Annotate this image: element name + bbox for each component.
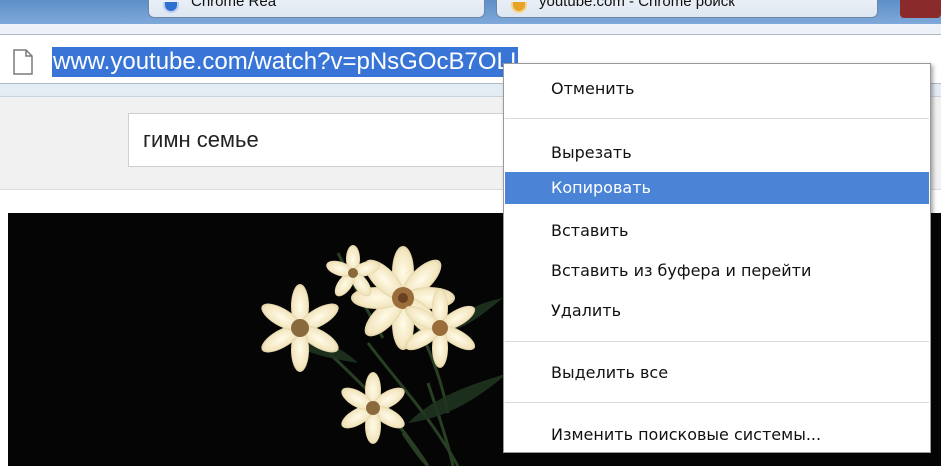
tab-2[interactable]: youtube.com - Chrome poиск: [496, 0, 878, 18]
menu-item-edit-search-engines[interactable]: Изменить поисковые системы...: [505, 419, 929, 451]
menu-separator: [505, 341, 929, 342]
chrome-icon: [163, 2, 179, 13]
search-engine-icon: [511, 2, 527, 13]
search-value[interactable]: гимн семье: [143, 126, 259, 154]
menu-item-undo[interactable]: Отменить: [505, 73, 929, 105]
menu-item-paste[interactable]: Вставить: [505, 215, 929, 247]
tab-title: Chrome Rea: [191, 0, 277, 10]
menu-item-copy[interactable]: Копировать: [505, 172, 929, 204]
tab-3[interactable]: [900, 0, 941, 18]
tab-strip: Chrome Rea youtube.com - Chrome poиск: [0, 0, 941, 24]
tab-title: youtube.com - Chrome poиск: [539, 0, 735, 10]
tab-1[interactable]: Chrome Rea: [148, 0, 485, 18]
page-icon: [13, 49, 33, 75]
menu-item-cut[interactable]: Вырезать: [505, 137, 929, 169]
context-menu: Отменить Вырезать Копировать Вставить Вс…: [503, 63, 931, 453]
menu-item-delete[interactable]: Удалить: [505, 295, 929, 327]
url-text[interactable]: www.youtube.com/watch?v=pNsGOcB7OLI: [52, 47, 518, 77]
menu-separator: [505, 402, 929, 403]
menu-item-select-all[interactable]: Выделить все: [505, 357, 929, 389]
menu-separator: [505, 118, 929, 119]
menu-item-paste-and-go[interactable]: Вставить из буфера и перейти: [505, 255, 929, 287]
